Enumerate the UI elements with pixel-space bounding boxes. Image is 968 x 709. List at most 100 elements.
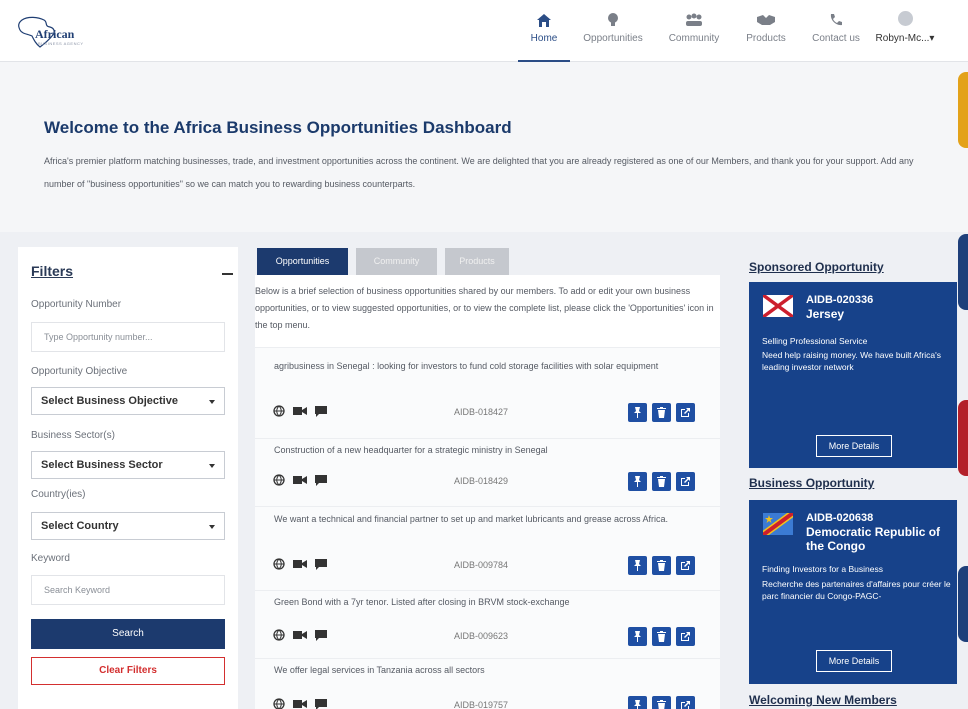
search-button[interactable]: Search xyxy=(31,619,225,649)
nav-products[interactable]: Products xyxy=(732,0,800,62)
business-card[interactable]: AIDB-020638 Democratic Republic of the C… xyxy=(749,500,957,684)
video-icon xyxy=(293,476,307,484)
opportunities-panel: Below is a brief selection of business o… xyxy=(255,275,720,709)
drc-flag-icon xyxy=(763,513,793,535)
edge-tab-gold[interactable] xyxy=(958,72,968,148)
country-select-value: Select Country xyxy=(41,520,119,532)
nav-contact-us[interactable]: Contact us xyxy=(800,0,872,62)
delete-button[interactable] xyxy=(652,556,671,575)
nav-home-label: Home xyxy=(530,33,558,44)
business-line1: Finding Investors for a Business xyxy=(762,564,883,574)
caret-down-icon xyxy=(209,525,215,529)
opportunity-number-input[interactable]: Type Opportunity number... xyxy=(31,322,225,352)
opportunity-title[interactable]: Construction of a new headquarter for a … xyxy=(274,442,694,459)
trash-icon xyxy=(657,476,666,487)
welcoming-section-title: Welcoming New Members xyxy=(749,693,897,707)
user-menu[interactable]: Robyn-Mc...▾ xyxy=(872,0,938,62)
opportunity-meta-icons xyxy=(273,405,327,417)
pin-button[interactable] xyxy=(628,403,647,422)
opportunity-actions xyxy=(628,472,695,491)
open-external-button[interactable] xyxy=(676,403,695,422)
nav-opportunities[interactable]: Opportunities xyxy=(570,0,656,62)
pin-button[interactable] xyxy=(628,627,647,646)
clear-filters-button[interactable]: Clear Filters xyxy=(31,657,225,685)
nav-community-label: Community xyxy=(668,33,720,44)
globe-icon xyxy=(273,558,285,570)
business-country: Democratic Republic of the Congo xyxy=(806,525,941,553)
opportunity-title[interactable]: Green Bond with a 7yr tenor. Listed afte… xyxy=(274,594,694,611)
nav-products-label: Products xyxy=(746,33,786,44)
phone-icon xyxy=(825,11,847,29)
edge-tab-red[interactable] xyxy=(958,400,968,476)
globe-icon xyxy=(273,474,285,486)
pin-button[interactable] xyxy=(628,696,647,709)
chat-icon xyxy=(315,405,327,417)
brand-logo[interactable]: African BUSINESS AGENCY xyxy=(14,14,88,50)
logo-subtitle: BUSINESS AGENCY xyxy=(38,41,84,46)
filters-title: Filters xyxy=(31,263,74,279)
chat-icon xyxy=(315,698,327,709)
filters-panel: Filters Opportunity Number Type Opportun… xyxy=(18,247,238,709)
delete-button[interactable] xyxy=(652,696,671,709)
people-icon xyxy=(683,11,705,29)
chat-icon xyxy=(315,629,327,641)
objective-label: Opportunity Objective xyxy=(31,366,128,377)
pin-button[interactable] xyxy=(628,472,647,491)
avatar xyxy=(897,11,913,26)
collapse-icon[interactable] xyxy=(222,273,233,275)
opportunity-meta-icons xyxy=(273,474,327,486)
opportunity-actions xyxy=(628,556,695,575)
nav-home[interactable]: Home xyxy=(518,0,570,62)
delete-button[interactable] xyxy=(652,403,671,422)
globe-icon xyxy=(273,629,285,641)
trash-icon xyxy=(657,700,666,709)
external-link-icon xyxy=(681,477,690,486)
main-nav: Home Opportunities Community Products Co… xyxy=(518,0,938,62)
business-more-details-button[interactable]: More Details xyxy=(816,650,892,672)
country-select[interactable]: Select Country xyxy=(31,512,225,540)
nav-community[interactable]: Community xyxy=(656,0,732,62)
sponsored-country: Jersey xyxy=(806,307,845,321)
sector-select[interactable]: Select Business Sector xyxy=(31,451,225,479)
video-icon xyxy=(293,560,307,568)
sector-select-value: Select Business Sector xyxy=(41,459,163,471)
opportunity-meta-icons xyxy=(273,698,327,709)
globe-icon xyxy=(273,405,285,417)
edge-tab-blue-2[interactable] xyxy=(958,566,968,642)
opportunity-id: AIDB-009784 xyxy=(454,560,509,570)
pin-icon xyxy=(634,700,641,709)
lightbulb-icon xyxy=(602,11,624,29)
opportunity-actions xyxy=(628,696,695,709)
delete-button[interactable] xyxy=(652,627,671,646)
welcome-banner: Welcome to the Africa Business Opportuni… xyxy=(0,62,968,232)
keyword-input[interactable]: Search Keyword xyxy=(31,575,225,605)
tab-community[interactable]: Community xyxy=(356,248,437,275)
opportunity-title[interactable]: We offer legal services in Tanzania acro… xyxy=(274,662,694,679)
sponsored-more-details-button[interactable]: More Details xyxy=(816,435,892,457)
nav-contact-us-label: Contact us xyxy=(812,33,860,44)
pin-icon xyxy=(634,631,641,642)
keyword-label: Keyword xyxy=(31,553,70,564)
opportunity-title[interactable]: agribusiness in Senegal : looking for in… xyxy=(274,358,694,375)
edge-tab-blue[interactable] xyxy=(958,234,968,310)
tab-opportunities[interactable]: Opportunities xyxy=(257,248,348,275)
business-section-title: Business Opportunity xyxy=(749,476,875,490)
open-external-button[interactable] xyxy=(676,556,695,575)
opportunity-title[interactable]: We want a technical and financial partne… xyxy=(274,511,694,528)
open-external-button[interactable] xyxy=(676,696,695,709)
trash-icon xyxy=(657,407,666,418)
open-external-button[interactable] xyxy=(676,627,695,646)
opportunity-id: AIDB-018427 xyxy=(454,407,509,417)
delete-button[interactable] xyxy=(652,472,671,491)
business-line2: Recherche des partenaires d'affaires pou… xyxy=(762,579,951,601)
video-icon xyxy=(293,631,307,639)
trash-icon xyxy=(657,631,666,642)
open-external-button[interactable] xyxy=(676,472,695,491)
tab-products[interactable]: Products xyxy=(445,248,509,275)
country-label: Country(ies) xyxy=(31,489,86,500)
sponsored-card[interactable]: AIDB-020336 Jersey Selling Professional … xyxy=(749,282,957,468)
objective-select[interactable]: Select Business Objective xyxy=(31,387,225,415)
globe-icon xyxy=(273,698,285,709)
pin-button[interactable] xyxy=(628,556,647,575)
nav-opportunities-label: Opportunities xyxy=(583,33,643,44)
